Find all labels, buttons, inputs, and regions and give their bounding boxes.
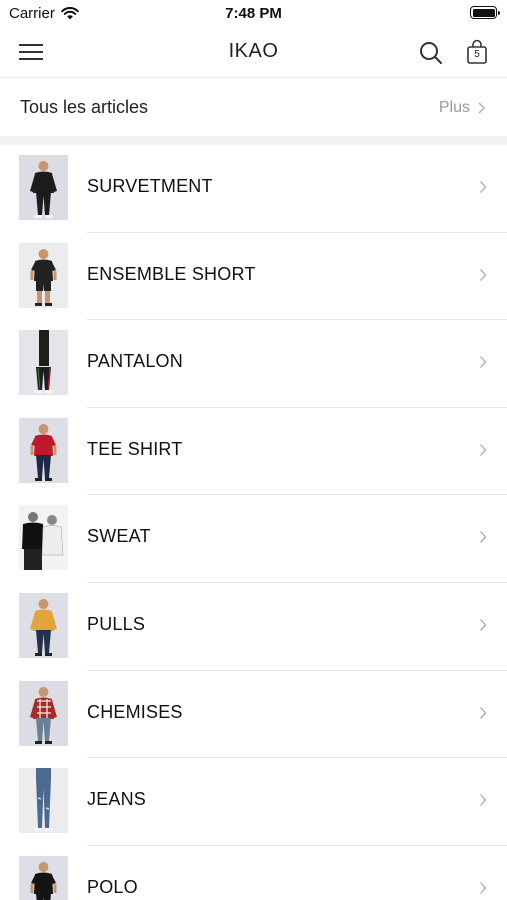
category-label: PANTALON [87, 351, 183, 372]
category-label: TEE SHIRT [87, 438, 183, 459]
category-label: ENSEMBLE SHORT [87, 263, 256, 284]
category-thumbnail [19, 330, 68, 396]
all-articles-row[interactable]: Tous les articles Plus [0, 78, 507, 136]
category-thumbnail [19, 417, 68, 483]
category-thumbnail [19, 505, 68, 571]
all-articles-label: Tous les articles [20, 97, 149, 117]
category-label: SWEAT [87, 526, 151, 547]
search-icon[interactable] [419, 41, 443, 65]
category-thumbnail [19, 592, 68, 658]
nav-bar: IKAO 5 [0, 28, 507, 78]
chevron-right-icon [479, 794, 487, 807]
category-item[interactable]: SURVETMENT [0, 145, 507, 233]
category-item[interactable]: ENSEMBLE SHORT [0, 233, 507, 321]
category-label: POLO [87, 876, 138, 897]
chevron-right-icon [479, 618, 487, 631]
category-label: CHEMISES [87, 701, 183, 722]
chevron-right-icon [479, 356, 487, 369]
chevron-right-icon [479, 443, 487, 456]
category-thumbnail [19, 155, 68, 220]
chevron-right-icon [478, 102, 485, 114]
chevron-right-icon [479, 881, 487, 894]
category-label: JEANS [87, 789, 147, 810]
chevron-right-icon [479, 180, 487, 194]
category-label: SURVETMENT [87, 176, 213, 196]
more-label: Plus [438, 99, 470, 116]
more-link[interactable]: Plus [439, 99, 485, 117]
category-item[interactable]: TEE SHIRT [0, 408, 507, 496]
category-item[interactable]: SWEAT [0, 495, 507, 583]
category-item[interactable]: JEANS [0, 758, 507, 846]
chevron-right-icon [479, 706, 487, 719]
chevron-right-icon [479, 531, 487, 544]
category-item[interactable]: PANTALON [0, 320, 507, 408]
category-thumbnail [19, 680, 68, 746]
category-item[interactable]: PULLS [0, 583, 507, 671]
category-label: PULLS [87, 613, 146, 634]
category-item[interactable]: CHEMISES [0, 671, 507, 759]
category-thumbnail [19, 242, 68, 308]
section-separator [0, 136, 507, 145]
category-thumbnail [19, 768, 68, 834]
status-right [470, 6, 500, 19]
status-bar: Carrier 7:48 PM [0, 0, 507, 28]
status-time: 7:48 PM [225, 5, 282, 22]
battery-icon [470, 6, 500, 19]
shopping-bag-button[interactable]: 5 [466, 39, 488, 65]
category-item[interactable]: POLO [0, 846, 507, 900]
cart-count-badge: 5 [474, 49, 480, 60]
chevron-right-icon [479, 268, 487, 281]
category-thumbnail [19, 855, 68, 900]
category-list: SURVETMENT ENSEMBLE SHORT PANTALON TEE SHIR… [0, 145, 507, 900]
